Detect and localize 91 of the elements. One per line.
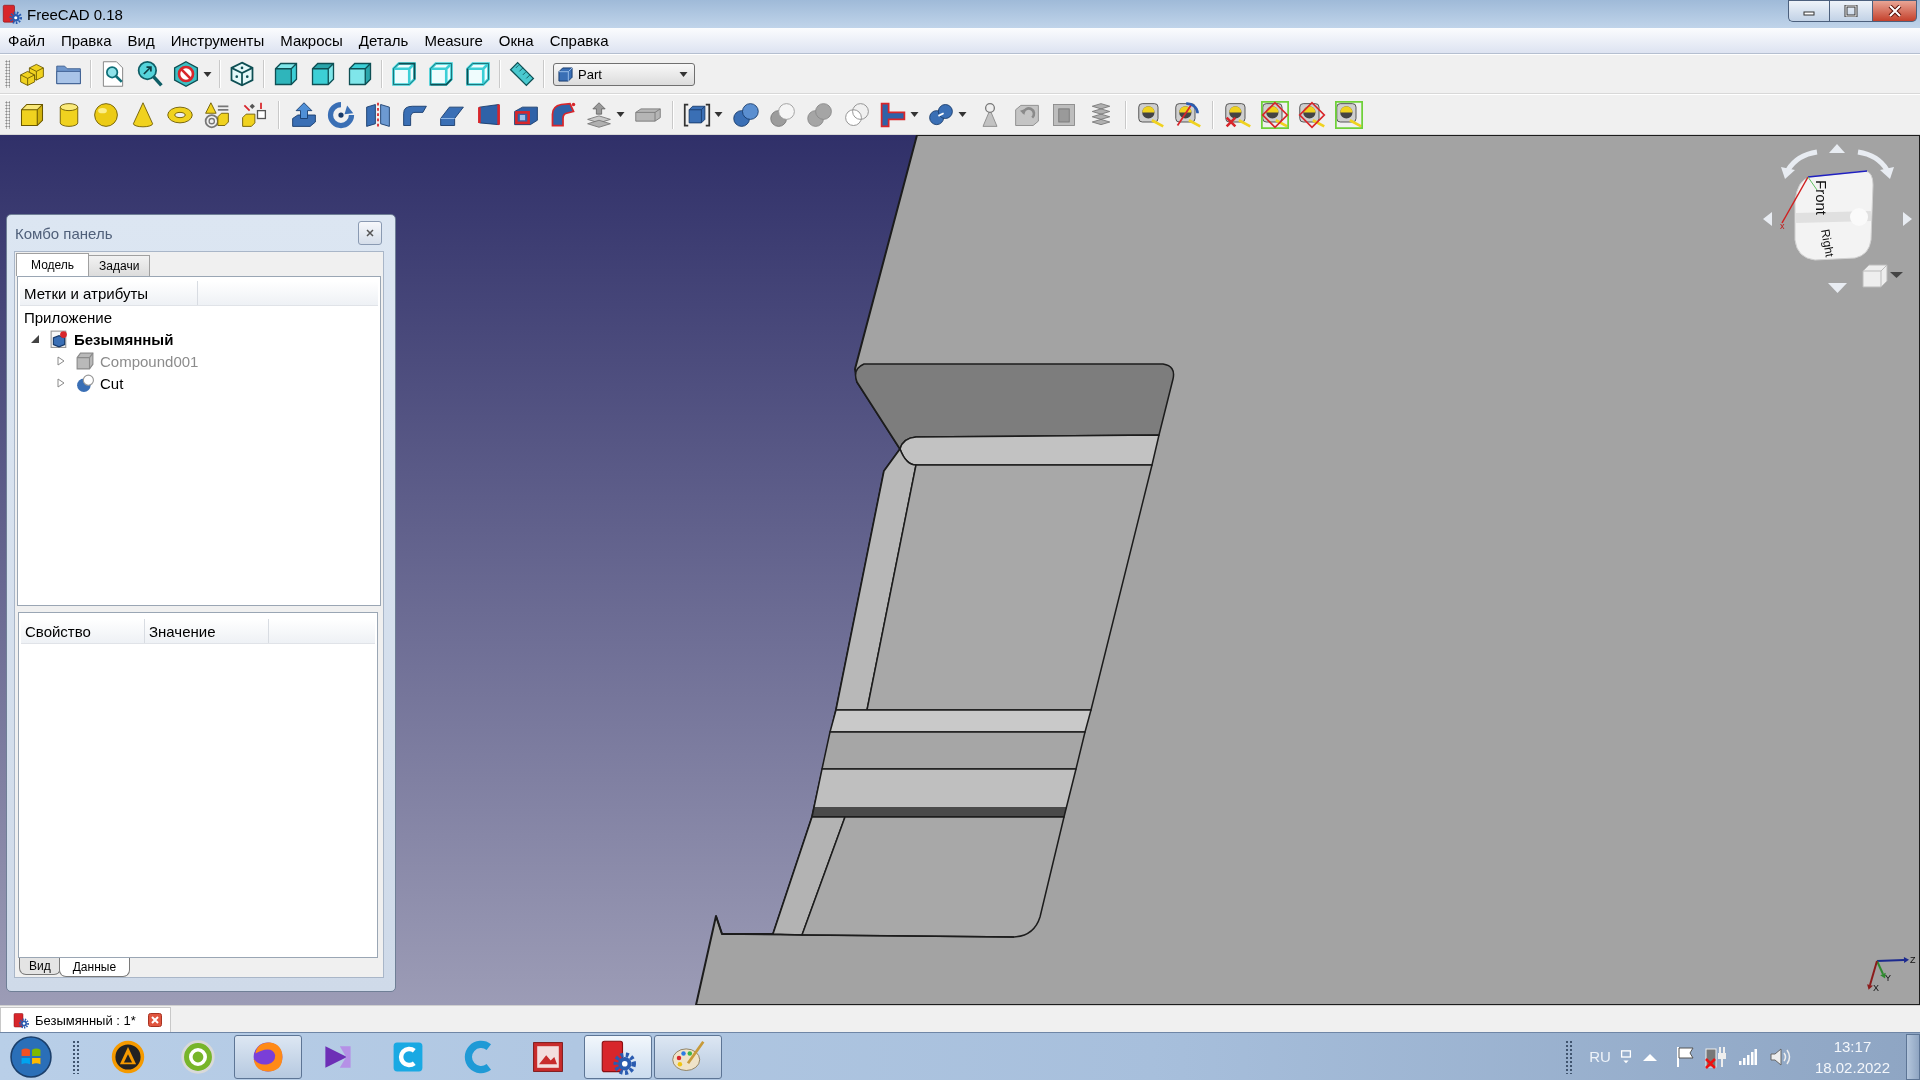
tape-measure-diamond-icon [1297,100,1326,129]
axis-label: Z [1910,955,1916,965]
cube-icon [76,352,94,370]
collapsed-arrow-icon[interactable] [56,378,66,388]
gear-logo-icon [2,3,22,25]
cube-icon [558,66,573,82]
ring-disc-icon [180,1038,216,1075]
menu-item[interactable]: Measure [416,32,491,49]
close-icon[interactable] [147,1013,162,1027]
spheres-icon [731,100,760,129]
caret-icon [616,112,625,117]
tab[interactable]: Модель [16,253,90,276]
maximize-button[interactable] [1829,0,1873,22]
tape-measure-diamond-icon [1260,100,1289,129]
t-profile-icon [879,100,907,129]
tree-item[interactable]: Приложение [24,306,115,328]
toolbar-grip[interactable] [5,60,10,88]
collapsed-arrow-icon[interactable] [56,356,66,366]
time-text: 13:17 [1833,1036,1872,1057]
spheres-icon [76,374,94,392]
gear-logo-icon [13,1011,29,1029]
cube-frame-icon [426,60,455,88]
show-desktop-button[interactable] [1906,1033,1920,1080]
cube-face-label: Front [1813,180,1830,215]
date-text: 18.02.2022 [1814,1057,1890,1078]
caret-icon [910,112,919,117]
tape-measure-cross-icon [1223,100,1252,129]
tab[interactable]: Задачи [88,255,151,276]
ruler-icon [507,60,536,88]
menu-item[interactable]: Справка [541,32,617,49]
tape-measure-frame-icon [1334,100,1363,129]
cube-face-label: Right [1818,228,1837,259]
minimize-button[interactable] [1788,0,1829,22]
axis-label: X [1873,983,1879,992]
tree-item[interactable]: Cut [76,372,127,394]
sphere-icon [91,100,120,129]
caret-icon [203,71,212,77]
shapes-icon [202,100,231,129]
tape-measure-angle-icon [1173,100,1202,129]
column-header[interactable]: Метки и атрибуты [20,281,198,305]
mirror-plates-icon [363,100,392,129]
panel-title: Комбо панель [15,224,113,242]
tree-item[interactable]: Безымянный [50,328,177,350]
tab[interactable]: Вид [19,958,61,975]
overlap-circles-icon [842,100,871,129]
gear-logo-icon [600,1038,636,1075]
prohibited-hexagon-icon [172,60,200,88]
close-icon [365,228,375,238]
merged-spheres-icon [805,100,834,129]
workbench-dropdown[interactable]: Part [553,62,695,86]
magnifier-arrow-icon [135,60,164,88]
layers-arrow-icon [585,100,613,129]
close-button[interactable] [1873,0,1917,22]
menu-item[interactable]: Деталь [350,32,417,49]
cube-frame-icon [389,60,418,88]
battery-plug-icon[interactable] [1704,1044,1727,1069]
menu-item[interactable]: Макросы [272,32,351,49]
cube-frame-icon [463,60,492,88]
start-orb-icon [10,1035,52,1078]
axis-label: Y [1885,973,1891,983]
menu-item[interactable]: Инструменты [162,32,273,49]
caret-icon [958,112,967,117]
cut-spheres-icon [768,100,797,129]
revolve-arrow-icon [326,100,355,129]
menu-item[interactable]: Вид [119,32,163,49]
flag-icon[interactable] [1674,1045,1695,1068]
caret-icon[interactable] [1890,272,1903,278]
document-tab[interactable]: Безымянный : 1* [0,1007,171,1032]
menu-item[interactable]: Окна [490,32,542,49]
toolbar-grip[interactable] [5,100,10,129]
menu-item[interactable]: Файл [0,32,53,49]
column-header[interactable]: Свойство [21,619,145,643]
tab[interactable]: Данные [58,958,131,977]
taskbar-button[interactable] [584,1034,652,1079]
caret-icon [714,112,723,117]
document-cube-icon [50,330,68,348]
menu-item[interactable]: Правка [52,32,120,49]
tape-measure-icon [1136,100,1165,129]
window-title: FreeCAD 0.18 [27,5,123,23]
close-icon [1886,5,1903,17]
cube-arrows-icon [239,100,268,129]
speaker-icon[interactable] [1768,1045,1791,1068]
caret-icon [679,71,688,77]
extrude-arrow-icon [289,100,318,129]
3d-viewport[interactable]: Front Right x Z Y X Комбо панель Модель Задачи Метки и атрибуты Приложение Безымянный Compound001 Cut Свойство Значение Вид Данные [0,135,1920,1005]
column-header[interactable]: Значение [145,619,269,643]
axis-label: x [1780,221,1785,231]
expanded-arrow-icon[interactable] [30,334,40,344]
triangle-disc-icon [110,1038,146,1075]
taskbar-button[interactable] [234,1034,302,1079]
maximize-icon [1843,5,1859,17]
